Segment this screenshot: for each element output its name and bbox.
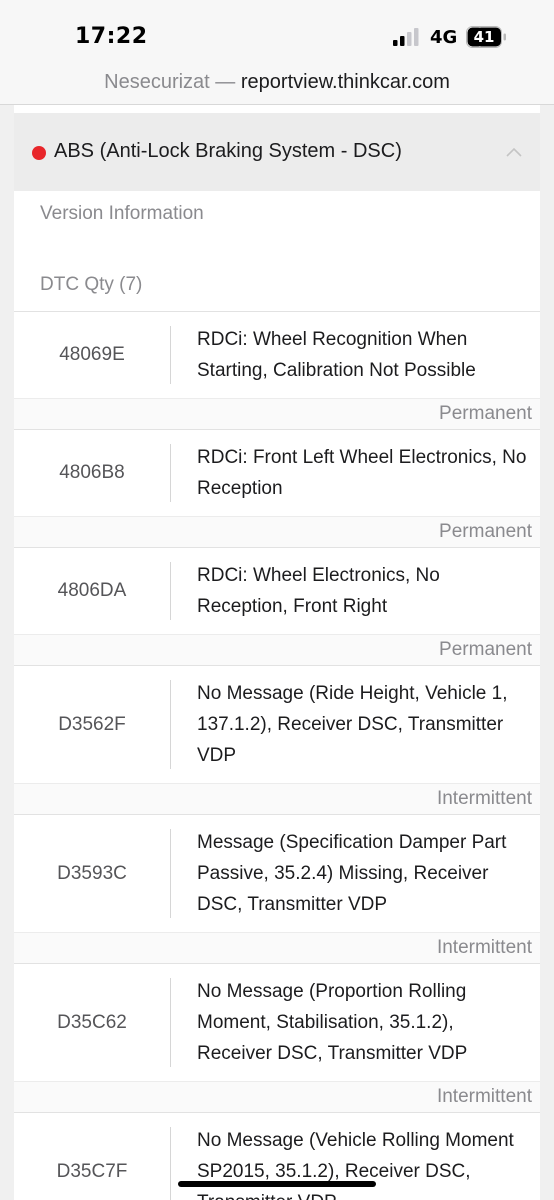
section-title: ABS (Anti-Lock Braking System - DSC) (54, 140, 402, 162)
fault-status-dot (32, 146, 46, 160)
report-panel: ABS (Anti-Lock Braking System - DSC) Ver… (14, 105, 540, 1200)
dtc-code: D3593C (57, 862, 127, 884)
dtc-description: No Message (Proportion Rolling Moment, S… (197, 981, 468, 1064)
dtc-code: 48069E (59, 344, 125, 365)
dtc-row: D35C62 No Message (Proportion Rolling Mo… (14, 963, 540, 1112)
dtc-code: D35C62 (57, 1011, 127, 1033)
dtc-code: D35C7F (56, 1160, 128, 1182)
home-indicator[interactable] (178, 1181, 376, 1187)
dtc-status: Intermittent (14, 932, 540, 963)
dtc-row: D3562F No Message (Ride Height, Vehicle … (14, 665, 540, 814)
dtc-code: D3562F (58, 713, 126, 735)
signal-icon (393, 28, 419, 46)
dtc-row: 48069E RDCi: Wheel Recognition When Star… (14, 311, 540, 429)
dtc-status: Permanent (14, 634, 540, 665)
dtc-description: Message (Specification Damper Part Passi… (197, 832, 507, 915)
dtc-row: D3593C Message (Specification Damper Par… (14, 814, 540, 963)
battery-level: 41 (473, 28, 495, 46)
dtc-description: RDCi: Wheel Electronics, No Reception, F… (197, 565, 440, 617)
status-bar: 17:22 4G 41 (0, 0, 554, 60)
dtc-status: Intermittent (14, 1081, 540, 1112)
dtc-status: Permanent (14, 398, 540, 429)
version-information-label: Version Information (40, 203, 204, 224)
url-separator: — (209, 71, 241, 93)
page-content: ABS (Anti-Lock Braking System - DSC) Ver… (0, 105, 554, 1200)
dtc-description: RDCi: Front Left Wheel Electronics, No R… (197, 447, 527, 499)
dtc-code: 4806B8 (59, 462, 125, 483)
address-bar[interactable]: Nesecurizat — reportview.thinkcar.com (0, 60, 554, 105)
dtc-qty-label: DTC Qty (7) (40, 274, 143, 295)
dtc-code: 4806DA (57, 580, 127, 601)
dtc-status: Permanent (14, 516, 540, 547)
chevron-up-icon[interactable] (506, 147, 522, 157)
dtc-list: 48069E RDCi: Wheel Recognition When Star… (14, 311, 540, 1200)
status-time: 17:22 (75, 24, 148, 49)
dtc-description: RDCi: Wheel Recognition When Starting, C… (197, 329, 476, 381)
dtc-row: 4806DA RDCi: Wheel Electronics, No Recep… (14, 547, 540, 665)
dtc-description: No Message (Ride Height, Vehicle 1, 137.… (197, 683, 508, 766)
insecure-label: Nesecurizat (104, 71, 210, 93)
dtc-status: Intermittent (14, 783, 540, 814)
section-header[interactable]: ABS (Anti-Lock Braking System - DSC) (14, 113, 540, 191)
url-domain: reportview.thinkcar.com (240, 71, 450, 93)
network-label: 4G (430, 27, 458, 48)
dtc-row: 4806B8 RDCi: Front Left Wheel Electronic… (14, 429, 540, 547)
